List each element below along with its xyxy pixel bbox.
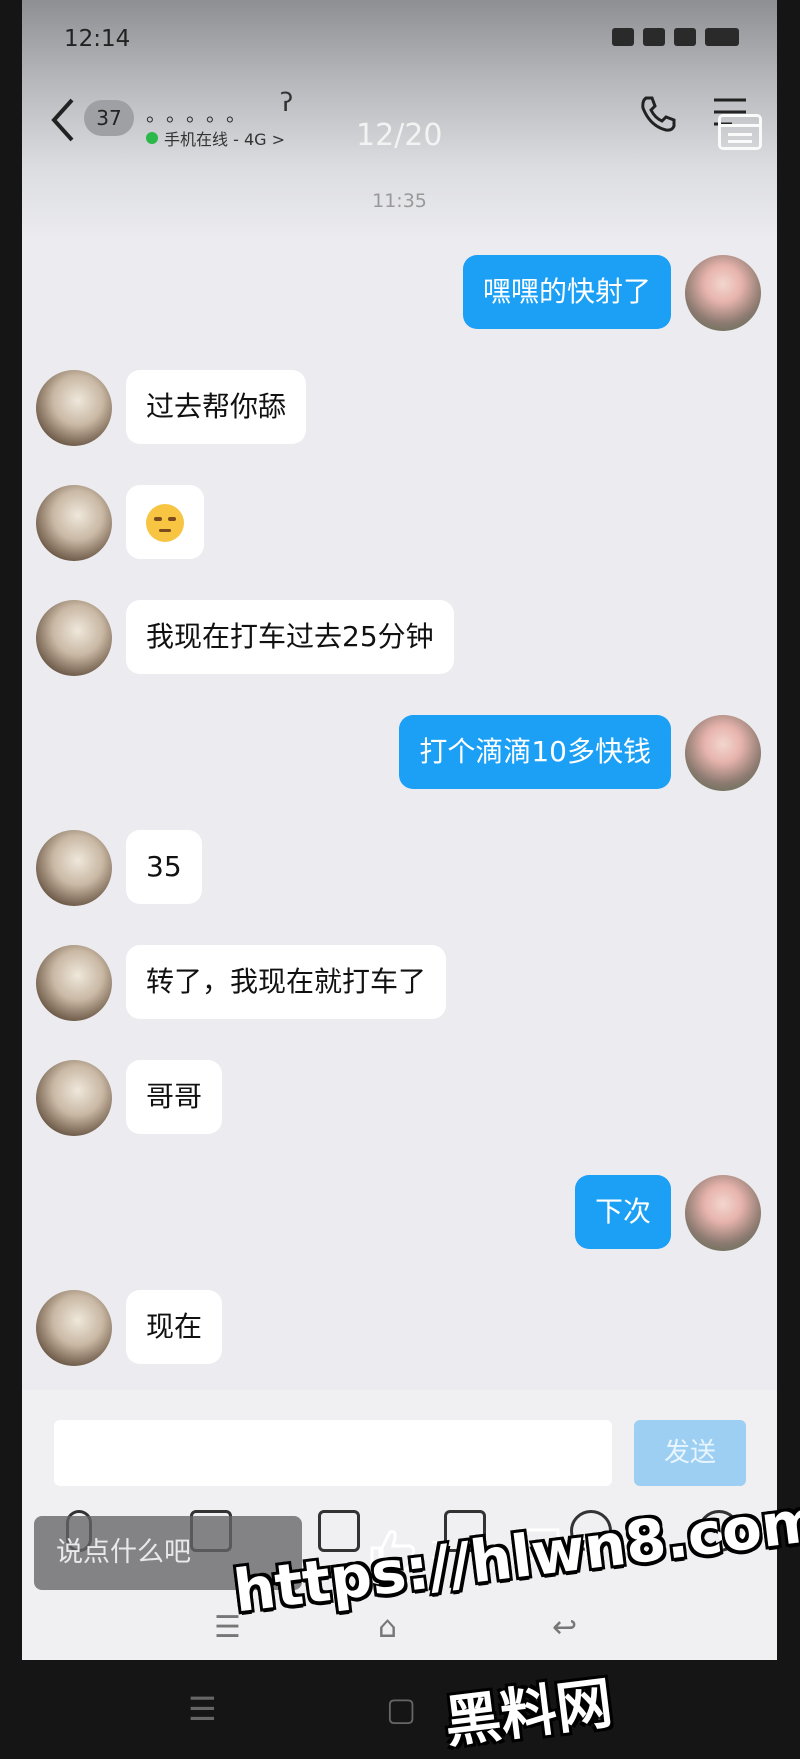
phone-call-icon[interactable] <box>636 92 680 136</box>
relieved-face-emoji-icon <box>146 504 184 542</box>
incoming-message[interactable]: 我现在打车过去25分钟 <box>126 600 454 674</box>
status-icons <box>612 28 739 46</box>
recent-apps-icon[interactable]: ☰ <box>188 1690 217 1728</box>
contact-avatar[interactable] <box>36 945 112 1021</box>
page-counter: 12/20 <box>356 118 443 153</box>
outgoing-message[interactable]: 下次 <box>574 1175 671 1249</box>
message-row: 下次 <box>574 1175 761 1251</box>
message-row <box>36 485 204 561</box>
my-avatar[interactable] <box>685 1175 761 1251</box>
status-time: 12:14 <box>64 26 131 52</box>
time-divider: 11:35 <box>372 190 427 212</box>
incoming-message[interactable]: 哥哥 <box>126 1060 223 1134</box>
chat-header: 12:14 37 。。。。。 ʔ 手机在线 - 4G > 12/20 11:35 <box>22 0 777 240</box>
back-arrow-icon[interactable]: ↩ <box>552 1610 577 1645</box>
contact-avatar[interactable] <box>36 1290 112 1366</box>
outgoing-message[interactable]: 打个滴滴10多快钱 <box>399 715 671 789</box>
message-row: 现在 <box>36 1290 223 1366</box>
contact-name[interactable]: 。。。。。 <box>146 98 256 127</box>
incoming-message[interactable]: 现在 <box>126 1290 223 1364</box>
alarm-icon <box>612 28 634 46</box>
message-row: 嘿嘿的快射了 <box>462 255 761 331</box>
hd-icon <box>643 28 665 46</box>
system-navigation-bar: ☰ ▢ ◁ <box>0 1660 800 1758</box>
home-button-icon[interactable]: ▢ <box>386 1690 416 1728</box>
screen: 12:14 37 。。。。。 ʔ 手机在线 - 4G > 12/20 11:35… <box>0 0 800 1758</box>
contact-avatar[interactable] <box>36 485 112 561</box>
send-button[interactable]: 发送 <box>634 1420 746 1486</box>
message-row: 哥哥 <box>36 1060 223 1136</box>
back-icon[interactable] <box>46 96 80 144</box>
unread-count-badge[interactable]: 37 <box>84 100 134 136</box>
contact-avatar[interactable] <box>36 1060 112 1136</box>
outgoing-message[interactable]: 嘿嘿的快射了 <box>462 255 671 329</box>
signal-icon <box>674 28 696 46</box>
my-avatar[interactable] <box>685 255 761 331</box>
incoming-message[interactable]: 转了，我现在就打车了 <box>126 945 447 1019</box>
chat-input[interactable] <box>54 1420 612 1486</box>
message-row: 我现在打车过去25分钟 <box>36 600 454 676</box>
battery-icon <box>705 28 739 46</box>
message-row: 打个滴滴10多快钱 <box>399 715 761 791</box>
incoming-message[interactable]: 过去帮你舔 <box>126 370 307 444</box>
contact-avatar[interactable] <box>36 830 112 906</box>
online-dot-icon <box>146 132 158 144</box>
online-status[interactable]: 手机在线 - 4G > <box>146 126 285 150</box>
contact-avatar[interactable] <box>36 600 112 676</box>
ear-icon: ʔ <box>280 88 294 118</box>
my-avatar[interactable] <box>685 715 761 791</box>
phone-screen: 12:14 37 。。。。。 ʔ 手机在线 - 4G > 12/20 11:35… <box>22 0 777 1660</box>
message-row: 35 <box>36 830 202 906</box>
contact-avatar[interactable] <box>36 370 112 446</box>
incoming-message[interactable]: 35 <box>126 830 202 904</box>
ticket-icon[interactable] <box>718 114 762 150</box>
incoming-emoji-message[interactable] <box>126 485 204 559</box>
message-row: 过去帮你舔 <box>36 370 307 446</box>
home-icon[interactable]: ⌂ <box>378 1610 397 1645</box>
message-row: 转了，我现在就打车了 <box>36 945 447 1021</box>
online-status-text: 手机在线 - 4G > <box>164 130 286 149</box>
